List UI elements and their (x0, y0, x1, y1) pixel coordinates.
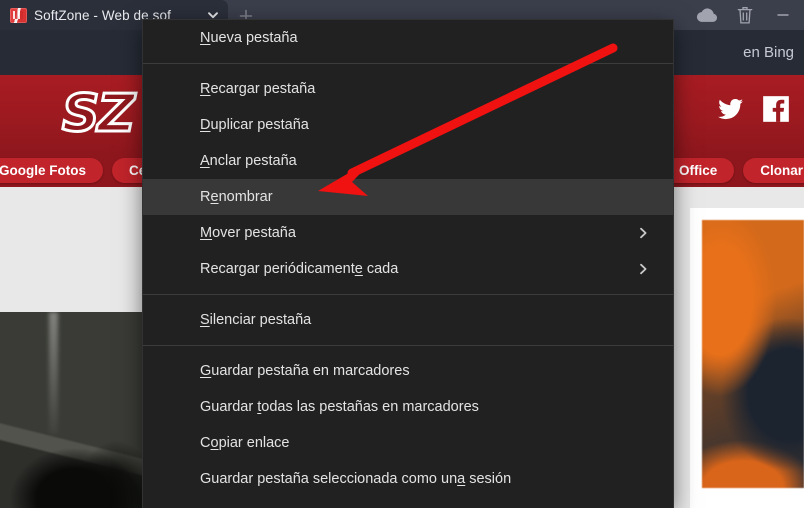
menu-separator (143, 294, 673, 295)
card-thumbnail-orange (702, 220, 804, 488)
menu-item-copiar-enlace[interactable]: Copiar enlace (143, 425, 673, 461)
menu-item-label: Silenciar pestaña (200, 312, 312, 328)
site-logo[interactable]: SZ (60, 87, 136, 142)
menu-item-silenciar-pestana[interactable]: Silenciar pestaña (143, 302, 673, 338)
window-controls (696, 0, 798, 30)
menu-item-label: Copiar enlace (200, 435, 290, 451)
menu-item-label: Recargar periódicamente cada (200, 261, 399, 277)
bookmark-google-fotos[interactable]: Google Fotos (0, 157, 103, 183)
menu-item-anclar-pestana[interactable]: Anclar pestaña (143, 143, 673, 179)
menu-item-label: Guardar todas las pestañas en marcadores (200, 399, 479, 415)
site-logo-text: SZ (60, 84, 136, 144)
menu-item-mover-pestana[interactable]: Mover pestaña (143, 215, 673, 251)
menu-item-duplicar-pestana[interactable]: Duplicar pestaña (143, 107, 673, 143)
card-thumbnail-plant (0, 312, 150, 508)
trash-icon[interactable] (734, 4, 756, 26)
content-card-left[interactable] (0, 312, 150, 508)
content-card-right[interactable] (690, 208, 804, 508)
menu-item-label: Anclar pestaña (200, 153, 297, 169)
menu-item-label: Guardar pestaña en marcadores (200, 363, 410, 379)
menu-item-label: Renombrar (200, 189, 273, 205)
menu-separator (143, 63, 673, 64)
menu-item-label: Mover pestaña (200, 225, 296, 241)
menu-item-recargar-pestana[interactable]: Recargar pestaña (143, 71, 673, 107)
menu-item-label: Duplicar pestaña (200, 117, 309, 133)
twitter-icon[interactable] (716, 96, 746, 122)
menu-item-renombrar[interactable]: Renombrar (143, 179, 673, 215)
social-links (716, 95, 790, 123)
menu-item-label: Guardar pestaña seleccionada como una se… (200, 471, 512, 487)
menu-item-label: Recargar pestaña (200, 81, 316, 97)
menu-item-guardar-pestana-marcadores[interactable]: Guardar pestaña en marcadores (143, 353, 673, 389)
minimize-icon[interactable] (772, 4, 794, 26)
menu-separator (143, 345, 673, 346)
menu-item-label: Nueva pestaña (200, 30, 298, 46)
cloud-sync-icon[interactable] (696, 4, 718, 26)
menu-item-guardar-todas-marcadores[interactable]: Guardar todas las pestañas en marcadores (143, 389, 673, 425)
menu-item-recargar-periodicamente[interactable]: Recargar periódicamente cada (143, 251, 673, 287)
chevron-right-icon (638, 227, 649, 240)
search-hint-text: en Bing (743, 44, 794, 61)
menu-item-guardar-sesion[interactable]: Guardar pestaña seleccionada como una se… (143, 461, 673, 497)
bookmark-clonar[interactable]: Clonar (743, 157, 804, 183)
chevron-right-icon (638, 263, 649, 276)
softzone-favicon (10, 7, 27, 23)
menu-item-nueva-pestana[interactable]: Nueva pestaña (143, 20, 673, 56)
facebook-icon[interactable] (762, 95, 790, 123)
tab-context-menu[interactable]: Nueva pestaña Recargar pestaña Duplicar pe… (143, 20, 673, 508)
